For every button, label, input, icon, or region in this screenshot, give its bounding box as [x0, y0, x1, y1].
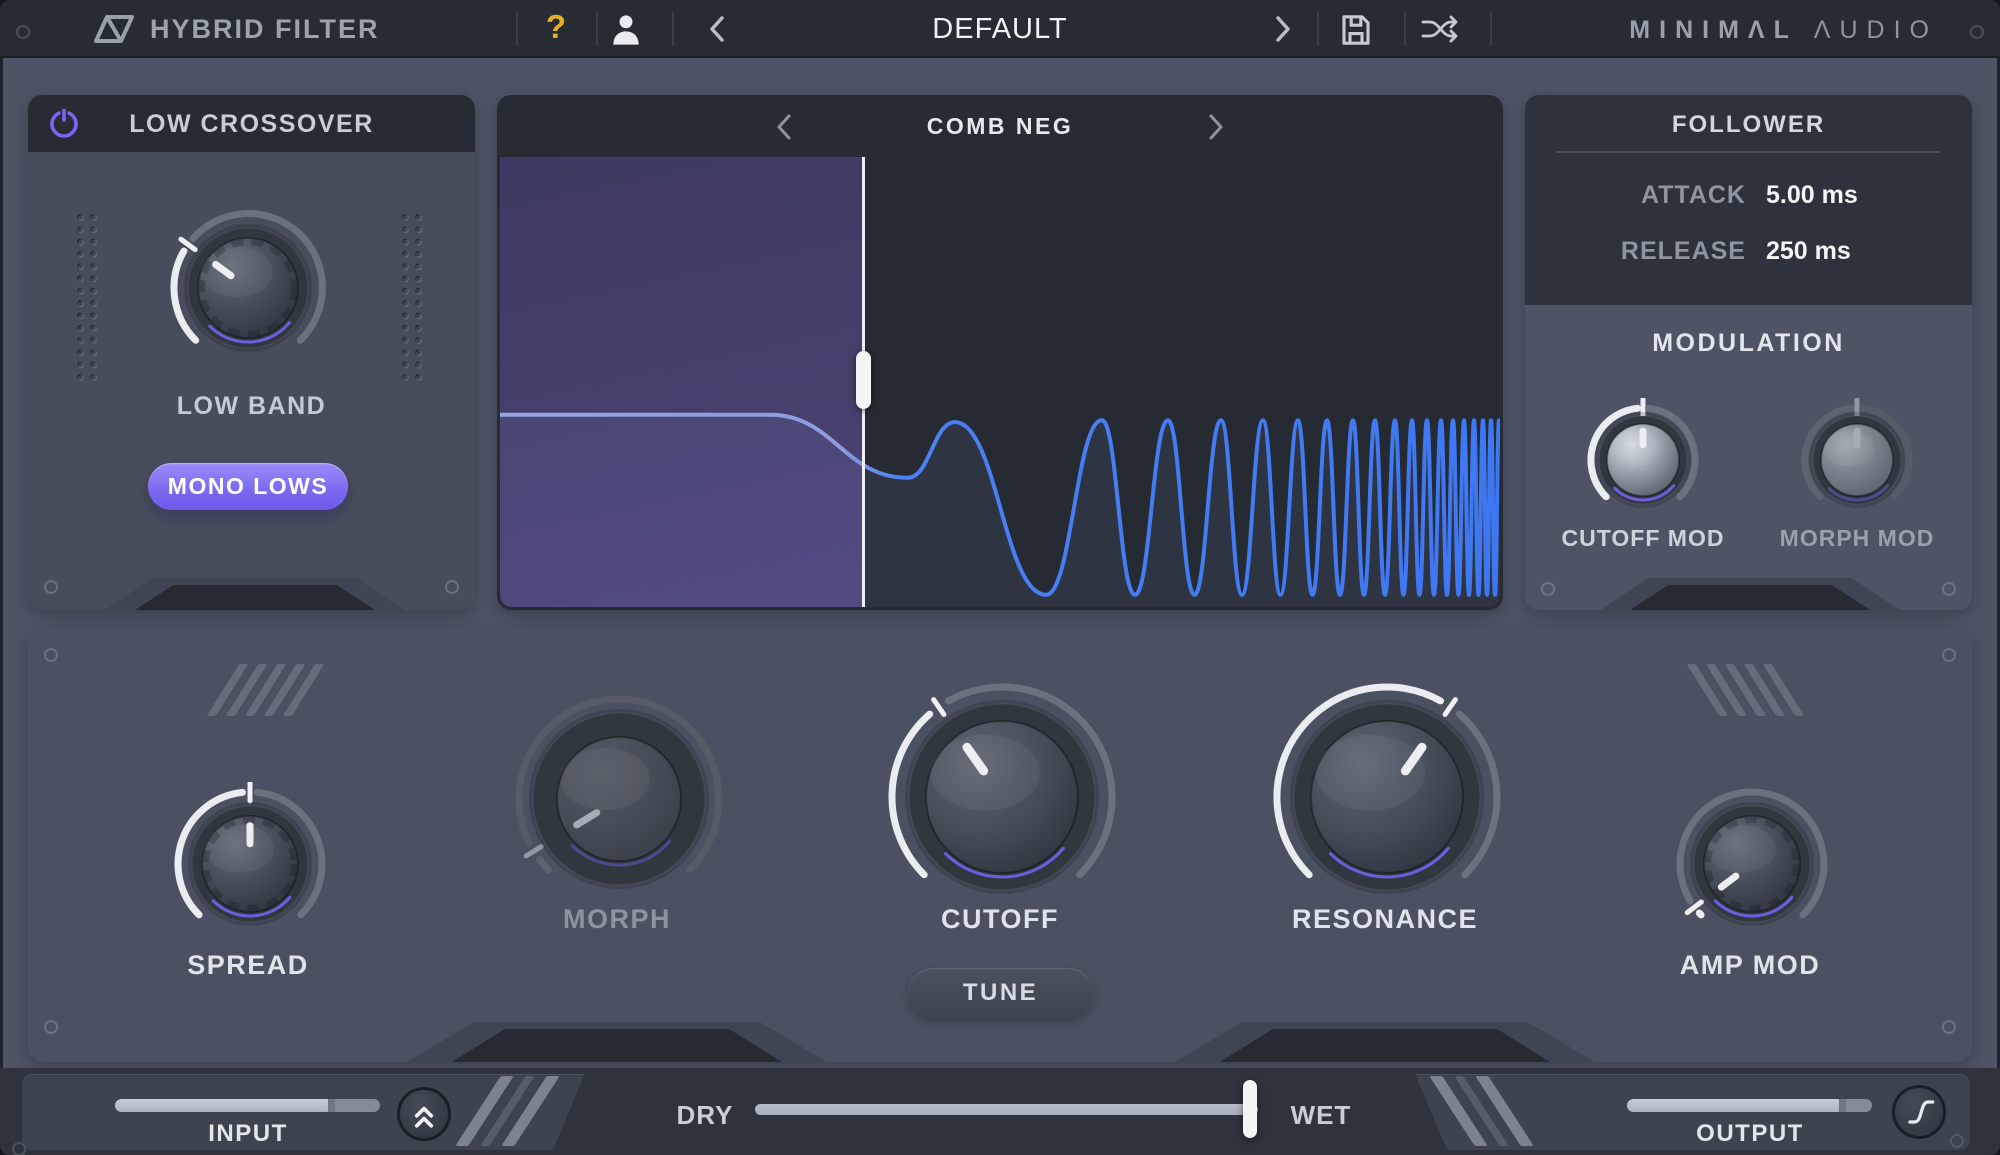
wet-label: WET	[1290, 1100, 1352, 1130]
grip-texture-right	[401, 213, 427, 385]
follower-section: FOLLOWER ATTACK 5.00 ms RELEASE 250 ms	[1525, 95, 1972, 305]
amp-mod-label: AMP MOD	[1679, 950, 1821, 980]
tune-button[interactable]: TUNE	[908, 968, 1093, 1018]
crossover-divider-handle[interactable]	[856, 350, 871, 409]
mono-lows-button[interactable]: MONO LOWS	[148, 463, 348, 510]
panel-notch	[1630, 585, 1870, 610]
release-label: RELEASE	[1620, 237, 1746, 265]
input-label: INPUT	[208, 1120, 288, 1147]
filter-type-next-icon[interactable]	[1207, 113, 1225, 146]
dry-wet-slider[interactable]	[755, 1104, 1258, 1115]
low-band-label: LOW BAND	[176, 392, 327, 420]
preset-next-icon[interactable]	[1272, 14, 1294, 49]
input-gain-slider[interactable]	[115, 1099, 380, 1112]
frequency-response-graph[interactable]	[500, 157, 1500, 607]
brand-wordmark: MINIMΛL ΛUDIO	[1629, 16, 1938, 45]
filter-response-curve	[500, 412, 1500, 607]
release-row[interactable]: RELEASE 250 ms	[1525, 237, 1972, 266]
screw	[44, 580, 58, 594]
preset-name[interactable]: DEFAULT	[850, 13, 1150, 46]
screw	[44, 1020, 58, 1034]
save-preset-icon[interactable]	[1338, 12, 1374, 53]
modulation-title: MODULATION	[1652, 329, 1845, 357]
soft-clip-button[interactable]	[1892, 1085, 1946, 1139]
preset-previous-icon[interactable]	[706, 14, 728, 49]
screw-top-right	[1970, 25, 1984, 39]
screw	[1541, 582, 1555, 596]
divider	[1317, 12, 1319, 46]
brand-primary: MINIMΛL	[1629, 16, 1798, 44]
attack-row[interactable]: ATTACK 5.00 ms	[1525, 181, 1972, 210]
panel-notch	[1220, 1029, 1550, 1062]
hash-decoration-left	[206, 664, 325, 716]
divider	[516, 12, 518, 46]
screw-bottom-left	[12, 1142, 26, 1155]
divider	[596, 12, 598, 46]
divider	[672, 12, 674, 46]
grip-texture-left	[76, 213, 102, 385]
io-bar: INPUT DRY WET OUTPUT	[0, 1068, 2000, 1155]
panel-notch	[452, 1029, 782, 1062]
filter-type-name[interactable]: COMB NEG	[497, 113, 1503, 140]
cutoff-label: CUTOFF	[941, 904, 1059, 934]
dry-label: DRY	[676, 1100, 734, 1130]
screw-top-left	[16, 25, 30, 39]
screw	[445, 580, 459, 594]
low-crossover-title: LOW CROSSOVER	[129, 110, 374, 138]
follower-modulation-panel: FOLLOWER ATTACK 5.00 ms RELEASE 250 ms M…	[1525, 95, 1972, 610]
modulation-section: MODULATION CUTOFF MOD MORPH MOD	[1525, 305, 1972, 610]
title-bar: HYBRID FILTER ? DEFAULT MINIMΛL ΛUDIO	[0, 0, 2000, 58]
filter-display-panel: COMB NEG	[497, 95, 1503, 610]
hybrid-filter-logo-icon	[86, 12, 142, 51]
expand-button[interactable]	[397, 1087, 451, 1141]
dry-wet-handle[interactable]	[1243, 1080, 1257, 1138]
follower-title: FOLLOWER	[1671, 111, 1826, 138]
brand-secondary: ΛUDIO	[1813, 16, 1938, 44]
cutoff-knob[interactable]	[882, 677, 1122, 922]
divider	[1404, 12, 1406, 46]
stripe-decoration-left	[455, 1076, 560, 1146]
morph-knob[interactable]	[509, 689, 729, 914]
morph-label: MORPH	[563, 904, 671, 934]
resonance-knob[interactable]	[1267, 677, 1507, 922]
randomize-icon[interactable]	[1420, 14, 1460, 49]
panel-notch	[135, 585, 375, 610]
morph-mod-knob[interactable]	[1795, 396, 1919, 527]
plugin-window: HYBRID FILTER ? DEFAULT MINIMΛL ΛUDIO LO…	[0, 0, 2000, 1155]
stripe-decoration-right	[1429, 1076, 1534, 1146]
low-band-knob[interactable]	[164, 204, 332, 377]
account-icon[interactable]	[608, 12, 644, 51]
app-title: HYBRID FILTER	[150, 14, 380, 44]
output-gain-slider[interactable]	[1627, 1099, 1872, 1112]
cutoff-mod-knob[interactable]	[1581, 396, 1705, 527]
morph-mod-label: MORPH MOD	[1779, 525, 1935, 551]
attack-label: ATTACK	[1640, 181, 1746, 209]
screw	[1942, 582, 1956, 596]
resonance-label: RESONANCE	[1291, 904, 1479, 934]
help-icon[interactable]: ?	[534, 8, 578, 46]
hash-decoration-right	[1686, 664, 1805, 716]
cutoff-mod-label: CUTOFF MOD	[1561, 525, 1725, 551]
divider	[1557, 151, 1940, 153]
screw	[1942, 1020, 1956, 1034]
low-crossover-header: LOW CROSSOVER	[28, 95, 475, 152]
release-value[interactable]: 250 ms	[1766, 237, 1916, 266]
output-label: OUTPUT	[1696, 1120, 1804, 1147]
amp-mod-knob[interactable]	[1670, 782, 1834, 951]
screw	[1942, 648, 1956, 662]
screw	[44, 648, 58, 662]
screw-bottom-right	[1950, 1134, 1964, 1148]
spread-knob[interactable]	[168, 780, 332, 951]
main-controls-panel: MORPH CUTOFF RESONANCE SPREAD AMP MOD TU…	[28, 628, 1972, 1062]
attack-value[interactable]: 5.00 ms	[1766, 181, 1916, 210]
spread-label: SPREAD	[187, 950, 309, 980]
divider	[1490, 12, 1492, 46]
low-crossover-panel: LOW CROSSOVER LOW BAND MONO LOWS	[28, 95, 475, 610]
